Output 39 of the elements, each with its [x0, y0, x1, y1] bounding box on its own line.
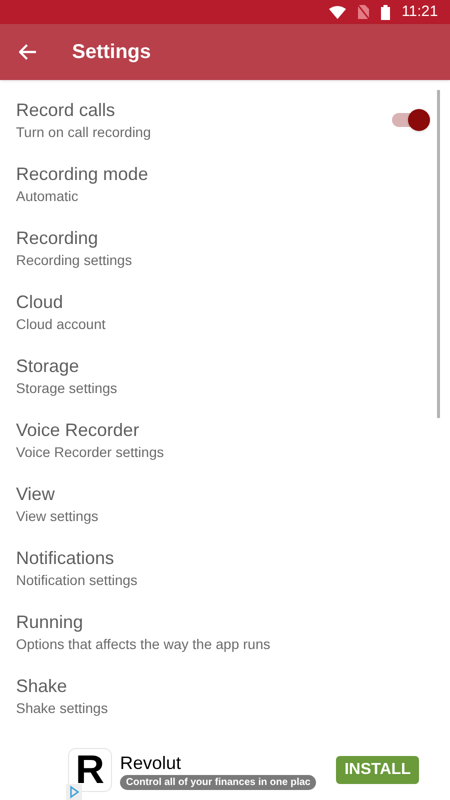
- setting-subtitle: Shake settings: [16, 699, 109, 718]
- settings-row[interactable]: Recording Recording settings: [0, 216, 450, 280]
- screen-title: Settings: [72, 40, 151, 65]
- no-sim-icon: [358, 5, 369, 19]
- setting-title: Record calls: [16, 99, 116, 122]
- settings-row[interactable]: Notifications Notification settings: [0, 536, 450, 600]
- setting-title: Storage: [16, 355, 80, 378]
- setting-title: Running: [16, 611, 84, 634]
- setting-subtitle: Notification settings: [16, 571, 138, 590]
- setting-subtitle: Cloud account: [16, 315, 107, 334]
- setting-subtitle: Voice Recorder settings: [16, 443, 165, 462]
- ad-app-name: Revolut: [120, 752, 182, 774]
- settings-row[interactable]: Voice Recorder Voice Recorder settings: [0, 408, 450, 472]
- install-button[interactable]: INSTALL: [336, 756, 419, 784]
- settings-row[interactable]: Cloud Cloud account: [0, 280, 450, 344]
- setting-title: Shake: [16, 675, 68, 698]
- clock: 11:21: [402, 2, 438, 22]
- setting-subtitle: Turn on call recording: [16, 123, 152, 142]
- setting-title: View: [16, 483, 56, 506]
- setting-subtitle: Storage settings: [16, 379, 118, 398]
- setting-title: Cloud: [16, 291, 64, 314]
- settings-row[interactable]: View View settings: [0, 472, 450, 536]
- settings-row[interactable]: Running Options that affects the way the app runs: [0, 600, 450, 664]
- wifi-icon: [328, 6, 346, 18]
- setting-subtitle: Recording settings: [16, 251, 133, 270]
- settings-row[interactable]: Record calls Turn on call recording: [0, 88, 450, 152]
- setting-title: Recording: [16, 227, 100, 250]
- setting-subtitle: Options that affects the way the app runs: [16, 635, 272, 654]
- back-arrow-icon: [19, 44, 37, 60]
- settings-row[interactable]: Shake Shake settings: [0, 664, 450, 728]
- ad-tagline: Control all of your finances in one plac: [120, 774, 316, 790]
- setting-title: Recording mode: [16, 163, 150, 186]
- setting-title: Voice Recorder: [16, 419, 140, 442]
- setting-subtitle: Automatic: [16, 187, 80, 206]
- setting-subtitle: View settings: [16, 507, 100, 526]
- setting-title: Notifications: [16, 547, 116, 570]
- settings-row[interactable]: Storage Storage settings: [0, 344, 450, 408]
- battery-icon: [380, 4, 390, 20]
- settings-row[interactable]: Recording mode Automatic: [0, 152, 450, 216]
